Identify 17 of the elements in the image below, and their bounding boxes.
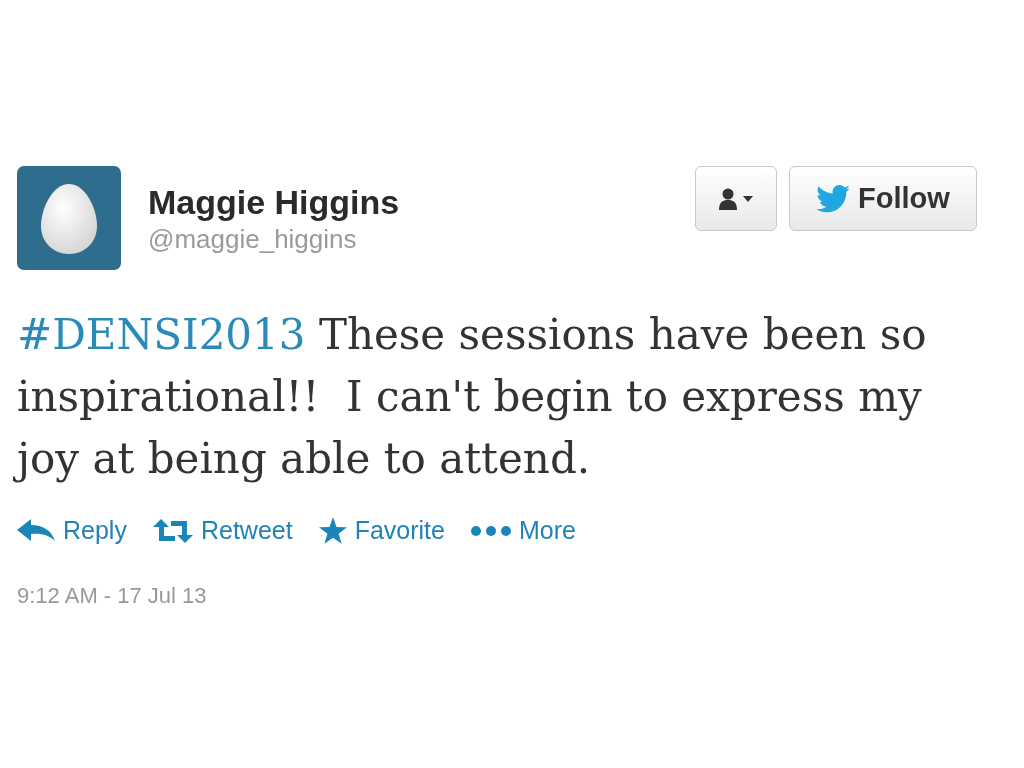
star-icon: [318, 516, 347, 545]
hashtag-link[interactable]: #DENSI2013: [17, 310, 306, 359]
user-name[interactable]: Maggie Higgins: [148, 182, 400, 222]
more-link[interactable]: More: [470, 516, 576, 545]
retweet-link[interactable]: Retweet: [152, 516, 293, 545]
bird-icon: [816, 184, 851, 213]
user-menu-button[interactable]: [695, 166, 777, 231]
retweet-icon: [152, 518, 193, 543]
timestamp[interactable]: 9:12 AM - 17 Jul 13: [17, 583, 207, 609]
dots-icon: [470, 525, 511, 536]
reply-arrow-icon: [17, 518, 55, 543]
follow-button[interactable]: Follow: [789, 166, 977, 231]
avatar-egg-icon: [17, 166, 121, 270]
reply-link[interactable]: Reply: [17, 516, 127, 545]
user-handle[interactable]: @maggie_higgins: [148, 222, 357, 256]
favorite-link[interactable]: Favorite: [318, 516, 445, 545]
person-caret-icon: [719, 187, 753, 210]
